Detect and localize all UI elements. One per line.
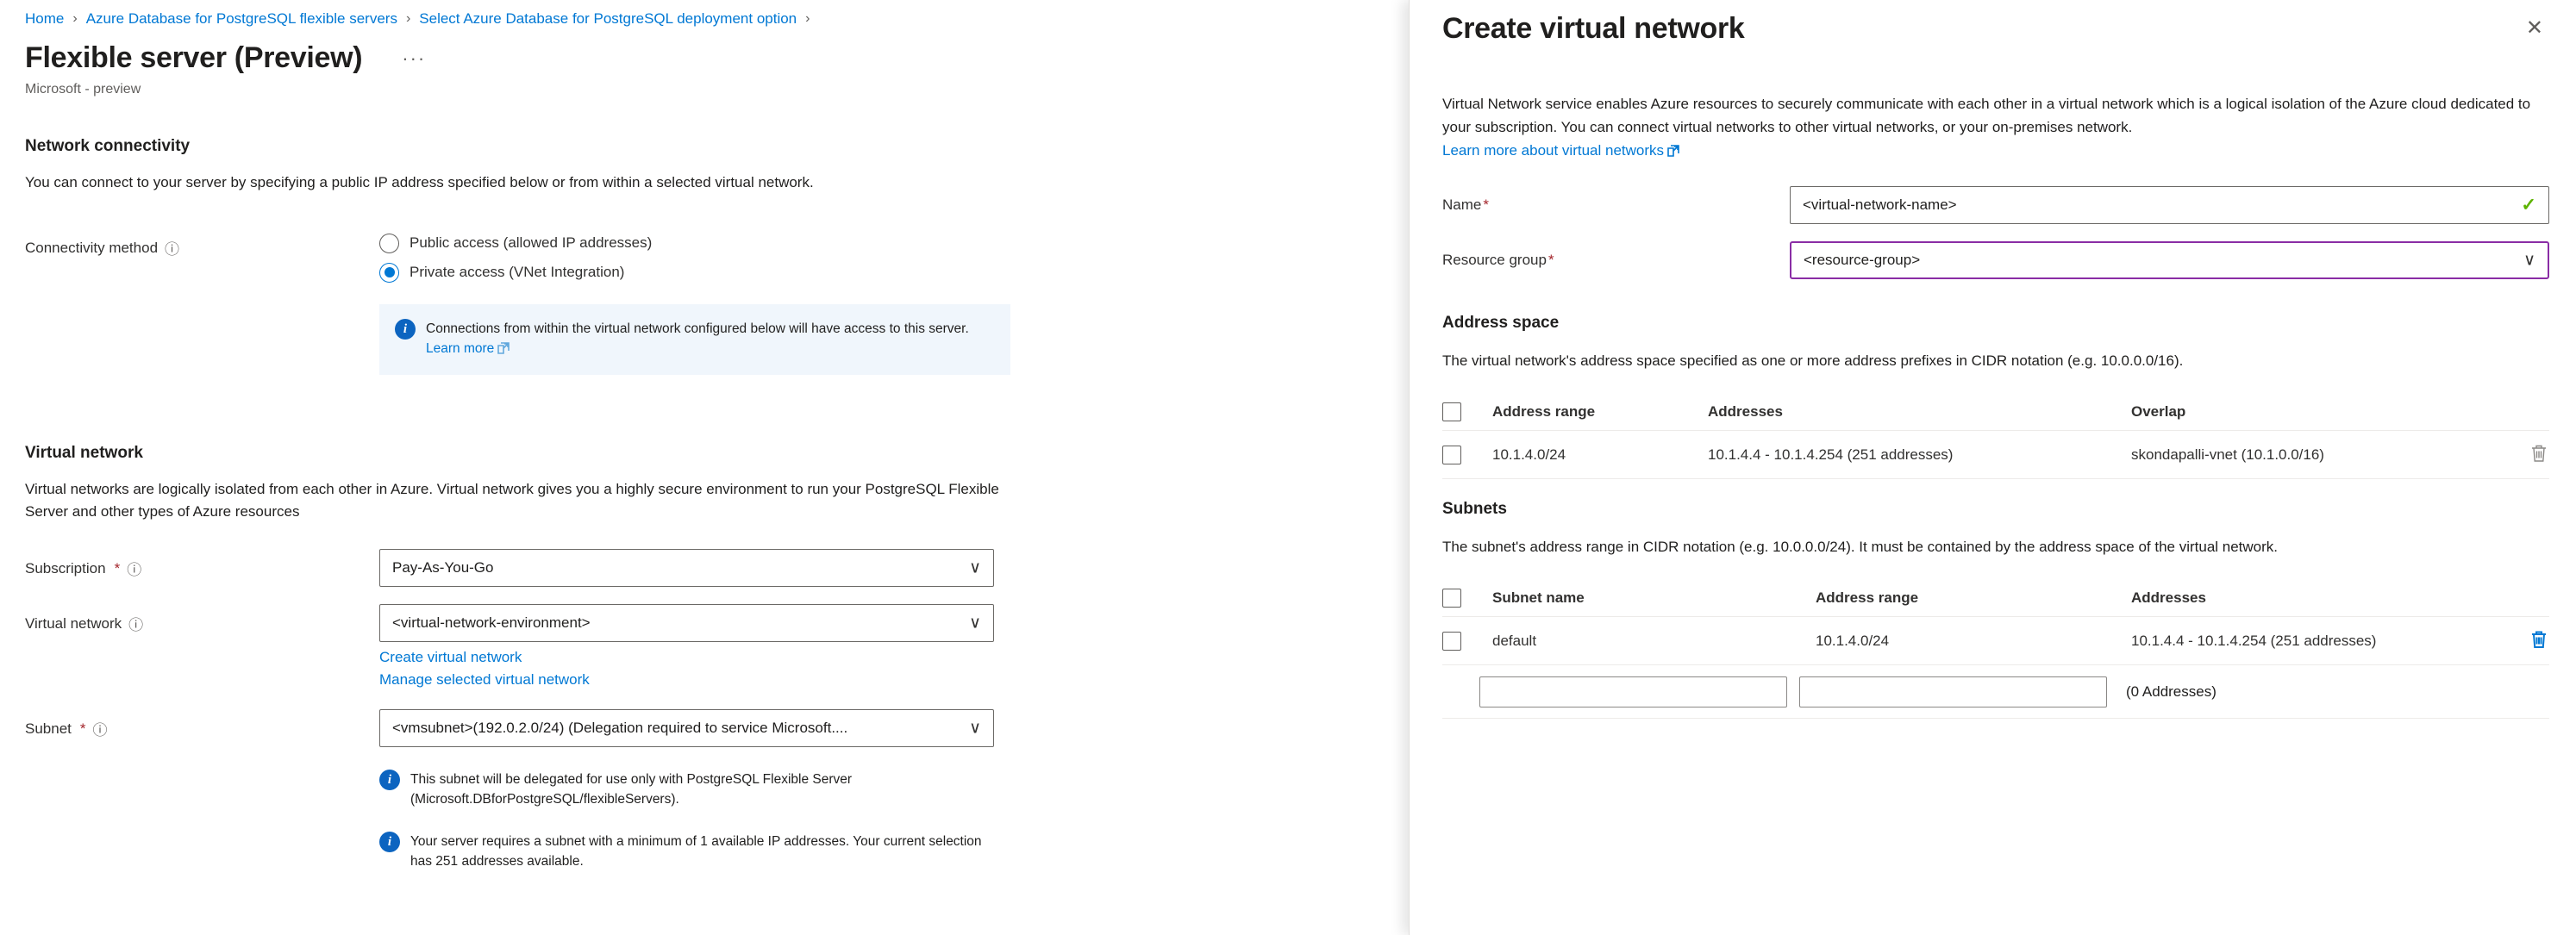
banner-learn-more-link[interactable]: Learn more: [426, 341, 494, 356]
learn-more-virtual-networks-link[interactable]: Learn more about virtual networks: [1442, 142, 1664, 159]
row-checkbox[interactable]: [1442, 632, 1461, 651]
subnet-dropdown[interactable]: <vmsubnet>(192.0.2.0/24) (Delegation req…: [379, 709, 994, 747]
address-space-table: Address range Addresses Overlap 10.1.4.0…: [1442, 393, 2549, 479]
breadcrumb-separator: ›: [805, 11, 810, 27]
breadcrumb-deployment-option[interactable]: Select Azure Database for PostgreSQL dep…: [419, 10, 797, 28]
new-subnet-address-range-input[interactable]: [1799, 676, 2107, 707]
col-header-address-range: Address range: [1816, 589, 2131, 607]
addresses-cell: 10.1.4.4 - 10.1.4.254 (251 addresses): [2131, 633, 2511, 650]
page-subtitle: Microsoft - preview: [25, 82, 1409, 97]
col-header-address-range: Address range: [1492, 403, 1708, 421]
vnet-info-banner: i Connections from within the virtual ne…: [379, 304, 1010, 375]
info-tooltip-icon[interactable]: ⓘ: [127, 558, 141, 579]
delete-address-range-button[interactable]: [2529, 442, 2549, 467]
banner-text: Connections from within the virtual netw…: [426, 319, 995, 360]
overlap-cell: skondapalli-vnet (10.1.0.0/16): [2131, 446, 2511, 464]
panel-title: Create virtual network: [1442, 12, 1745, 46]
virtual-network-intro: Virtual networks are logically isolated …: [25, 478, 1008, 523]
radio-circle-icon: [379, 234, 399, 253]
panel-description: Virtual Network service enables Azure re…: [1442, 92, 2548, 164]
radio-public-access[interactable]: Public access (allowed IP addresses): [379, 228, 994, 258]
chevron-down-icon: ∨: [969, 614, 981, 633]
info-tooltip-icon[interactable]: ⓘ: [93, 718, 108, 739]
delete-subnet-button[interactable]: [2529, 628, 2549, 653]
info-icon: i: [379, 832, 400, 852]
manage-virtual-network-link[interactable]: Manage selected virtual network: [379, 671, 994, 689]
vnet-name-input[interactable]: <virtual-network-name> ✓: [1790, 186, 2549, 224]
trash-icon: [2530, 630, 2548, 649]
chevron-down-icon: ∨: [969, 719, 981, 739]
addresses-cell: 10.1.4.4 - 10.1.4.254 (251 addresses): [1708, 446, 2131, 464]
subscription-label: Subscription: [25, 560, 106, 577]
subnet-availability-note: i Your server requires a subnet with a m…: [379, 832, 983, 871]
row-checkbox[interactable]: [1442, 446, 1461, 464]
breadcrumb-home[interactable]: Home: [25, 10, 64, 28]
address-range-cell: 10.1.4.0/24: [1492, 446, 1708, 464]
subnets-description: The subnet's address range in CIDR notat…: [1442, 536, 2548, 558]
virtual-network-heading: Virtual network: [25, 444, 1409, 463]
chevron-down-icon: ∨: [969, 558, 981, 578]
connectivity-method-label: Connectivity method: [25, 240, 158, 257]
subnet-delegation-note: i This subnet will be delegated for use …: [379, 770, 983, 809]
external-link-icon: [1667, 140, 1679, 164]
resource-group-label: Resource group: [1442, 252, 1547, 268]
external-link-icon: [497, 340, 510, 360]
col-header-subnet-name: Subnet name: [1492, 589, 1816, 607]
chevron-down-icon: ∨: [2523, 251, 2535, 271]
address-space-description: The virtual network's address space spec…: [1442, 350, 2548, 372]
breadcrumb-separator: ›: [72, 11, 77, 27]
radio-public-access-label: Public access (allowed IP addresses): [410, 234, 652, 252]
col-header-addresses: Addresses: [1708, 403, 2131, 421]
subnet-label: Subnet: [25, 720, 72, 738]
info-icon: i: [395, 319, 416, 340]
network-connectivity-heading: Network connectivity: [25, 137, 1409, 156]
network-connectivity-intro: You can connect to your server by specif…: [25, 171, 978, 194]
new-subnet-addresses-label: (0 Addresses): [2126, 683, 2216, 701]
subnets-table: Subnet name Address range Addresses defa…: [1442, 579, 2549, 719]
page-title: Flexible server (Preview): [25, 41, 362, 75]
subnet-name-cell: default: [1492, 633, 1816, 650]
overflow-menu-button[interactable]: ···: [402, 47, 426, 70]
radio-private-access-label: Private access (VNet Integration): [410, 264, 624, 281]
breadcrumb-separator: ›: [406, 11, 410, 27]
select-all-checkbox[interactable]: [1442, 589, 1461, 608]
close-icon[interactable]: ✕: [2521, 12, 2548, 44]
create-virtual-network-panel: Create virtual network ✕ Virtual Network…: [1409, 0, 2576, 935]
name-label: Name: [1442, 196, 1481, 213]
deployment-blade: Home › Azure Database for PostgreSQL fle…: [0, 0, 1409, 935]
info-icon: i: [379, 770, 400, 790]
col-header-addresses: Addresses: [2131, 589, 2511, 607]
col-header-overlap: Overlap: [2131, 403, 2511, 421]
new-subnet-name-input[interactable]: [1479, 676, 1787, 707]
create-virtual-network-link[interactable]: Create virtual network: [379, 649, 994, 666]
new-subnet-row: (0 Addresses): [1442, 665, 2549, 719]
subnets-heading: Subnets: [1442, 500, 2548, 519]
breadcrumb: Home › Azure Database for PostgreSQL fle…: [25, 10, 1409, 28]
trash-icon: [2530, 444, 2548, 463]
radio-selected-icon: [379, 263, 399, 283]
subscription-dropdown[interactable]: Pay-As-You-Go ∨: [379, 549, 994, 587]
virtual-network-label: Virtual network: [25, 615, 122, 633]
valid-check-icon: ✓: [2521, 195, 2536, 216]
address-range-cell: 10.1.4.0/24: [1816, 633, 2131, 650]
resource-group-dropdown[interactable]: <resource-group> ∨: [1790, 241, 2549, 279]
virtual-network-dropdown[interactable]: <virtual-network-environment> ∨: [379, 604, 994, 642]
subnet-row: default 10.1.4.0/24 10.1.4.4 - 10.1.4.25…: [1442, 617, 2549, 665]
radio-private-access[interactable]: Private access (VNet Integration): [379, 258, 994, 287]
azure-portal-page: Home › Azure Database for PostgreSQL fle…: [0, 0, 2576, 935]
address-space-heading: Address space: [1442, 314, 2548, 333]
breadcrumb-flexible-servers[interactable]: Azure Database for PostgreSQL flexible s…: [86, 10, 397, 28]
select-all-checkbox[interactable]: [1442, 402, 1461, 421]
info-tooltip-icon[interactable]: ⓘ: [165, 237, 179, 259]
address-space-row: 10.1.4.0/24 10.1.4.4 - 10.1.4.254 (251 a…: [1442, 431, 2549, 479]
info-tooltip-icon[interactable]: ⓘ: [128, 613, 143, 634]
subnets-header-row: Subnet name Address range Addresses: [1442, 579, 2549, 617]
address-space-header-row: Address range Addresses Overlap: [1442, 393, 2549, 431]
